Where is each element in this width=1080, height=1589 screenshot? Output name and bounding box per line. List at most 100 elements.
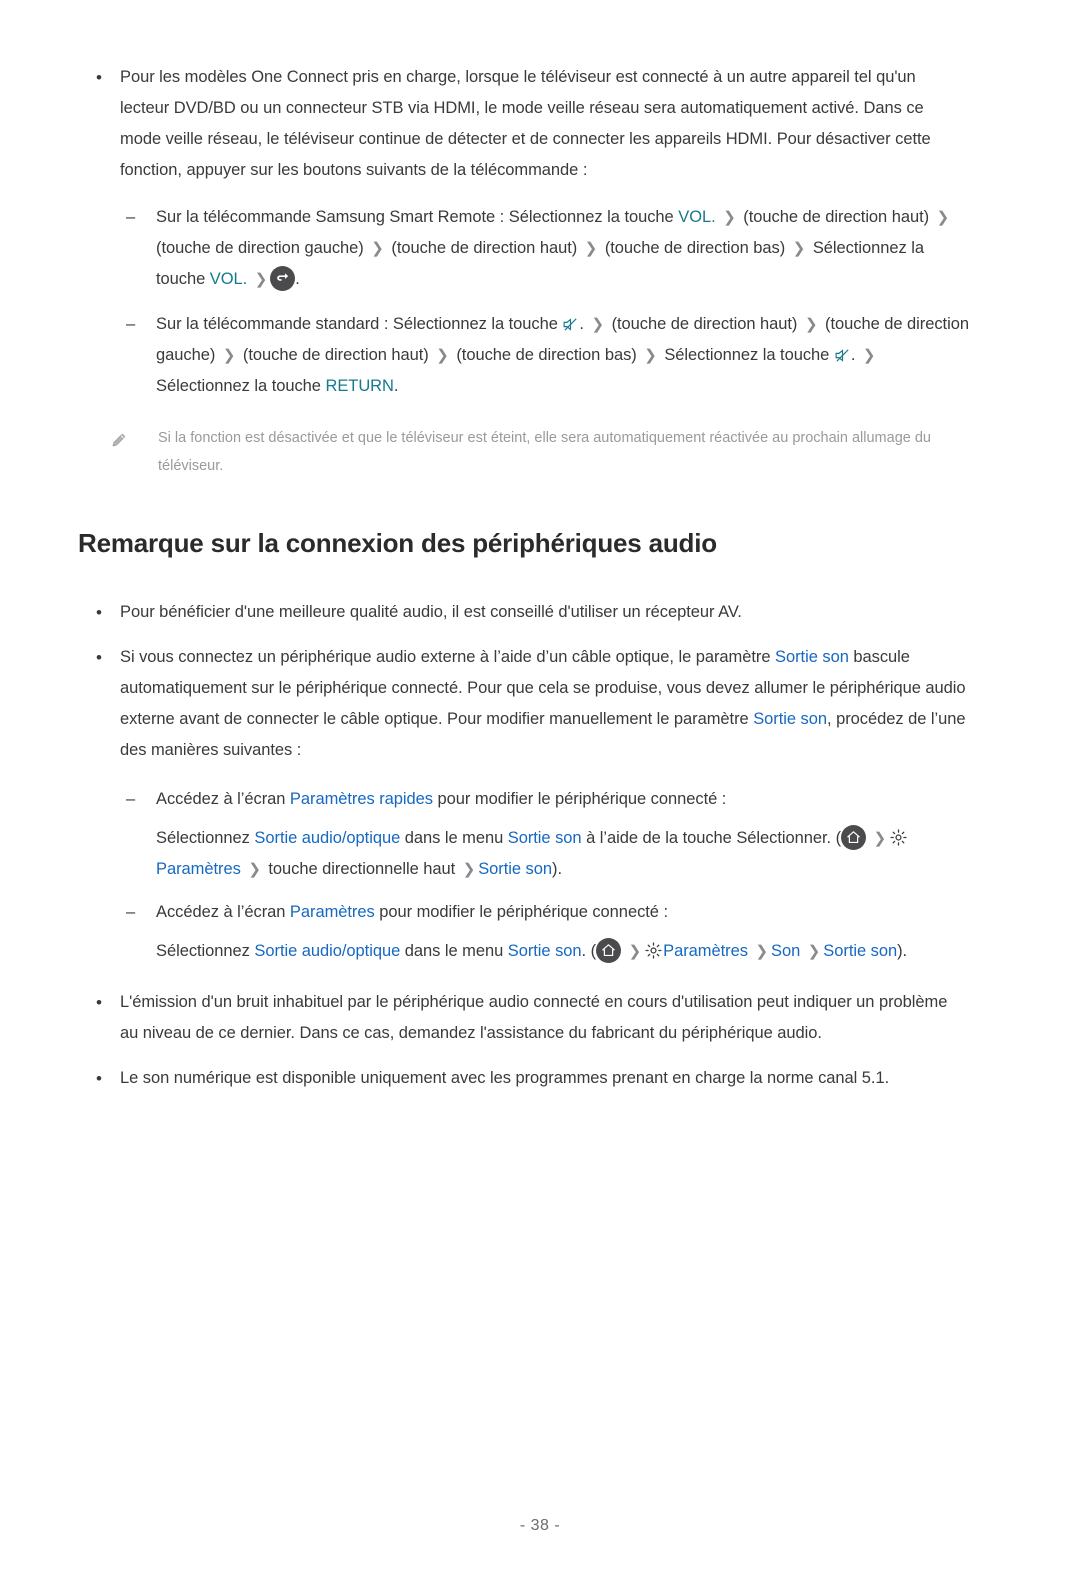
chevron-icon: ❯ <box>436 347 449 364</box>
standard-remote-end: . <box>393 377 399 395</box>
vol-key-label-2: VOL. <box>209 270 248 288</box>
bullet-one-connect: • Pour les modèles One Connect pris en c… <box>78 62 968 186</box>
bullet-optical-cable-text: Si vous connectez un périphérique audio … <box>120 642 968 766</box>
quick-line1-part1: Accédez à l’écran <box>156 790 290 808</box>
quick-line2-part2: dans le menu <box>400 829 508 847</box>
chevron-icon: ❯ <box>804 316 818 333</box>
bullet-marker: • <box>96 993 102 1012</box>
chevron-icon: ❯ <box>755 943 768 960</box>
quick-settings-detail-text: Sélectionnez Sortie audio/optique dans l… <box>156 825 908 878</box>
settings-line2-part2: dans le menu <box>400 942 508 960</box>
bullet-marker: • <box>96 648 102 667</box>
dash-marker: – <box>126 790 136 808</box>
bullet-unusual-noise: • L'émission d'un bruit inhabituel par l… <box>78 987 968 1049</box>
standard-remote-part1: Sur la télécommande standard : Sélection… <box>156 315 563 333</box>
gear-icon[interactable] <box>889 828 908 847</box>
document-page: • Pour les modèles One Connect pris en c… <box>0 62 1080 1589</box>
gear-icon[interactable] <box>644 941 663 960</box>
smart-remote-part5: (touche de direction bas) <box>604 239 786 257</box>
step-settings: – Accédez à l’écran Paramètres pour modi… <box>118 897 973 928</box>
link-sortie-audio-optique[interactable]: Sortie audio/optique <box>254 829 400 847</box>
bullet-av-receiver: • Pour bénéficier d'une meilleure qualit… <box>78 597 968 628</box>
settings-line1-part1: Accédez à l’écran <box>156 903 290 921</box>
link-parametres[interactable]: Paramètres <box>663 942 748 960</box>
home-icon[interactable] <box>841 825 867 850</box>
link-sortie-son[interactable]: Sortie son <box>823 942 897 960</box>
smart-remote-part3: (touche de direction gauche) <box>156 239 364 257</box>
standard-remote-part3: (touche de <box>825 315 903 333</box>
link-sortie-son[interactable]: Sortie son <box>753 710 827 728</box>
quick-line2-part1: Sélectionnez <box>156 829 255 847</box>
bullet-marker: • <box>96 603 102 622</box>
smart-remote-part1: Sur la télécommande Samsung Smart Remote… <box>156 208 679 226</box>
standard-remote-part8: Sélectionnez la touche <box>156 377 326 395</box>
chevron-icon: ❯ <box>222 347 236 364</box>
settings-line1-part2: pour modifier le périphérique connecté : <box>374 903 668 921</box>
note-block: Si la fonction est désactivée et que le … <box>110 424 990 480</box>
bullet-one-connect-text: Pour les modèles One Connect pris en cha… <box>120 68 931 179</box>
step-smart-remote: – Sur la télécommande Samsung Smart Remo… <box>118 202 973 295</box>
return-key-label: RETURN <box>325 377 394 395</box>
home-icon[interactable] <box>596 938 622 963</box>
link-sortie-son[interactable]: Sortie son <box>775 648 849 666</box>
dash-marker: – <box>126 903 136 921</box>
step-quick-settings-detail: Sélectionnez Sortie audio/optique dans l… <box>156 823 976 885</box>
step-settings-text: Accédez à l’écran Paramètres pour modifi… <box>156 897 973 928</box>
link-sortie-son[interactable]: Sortie son <box>478 860 552 878</box>
smart-remote-part2: (touche de direction haut) <box>743 208 930 226</box>
standard-remote-dot2: . <box>850 346 856 364</box>
link-sortie-son[interactable]: Sortie son <box>508 942 582 960</box>
note-text: Si la fonction est désactivée et que le … <box>158 430 931 474</box>
mute-icon <box>834 347 851 364</box>
link-sortie-audio-optique[interactable]: Sortie audio/optique <box>254 942 400 960</box>
quick-line1-part2: pour modifier le périphérique connecté : <box>433 790 727 808</box>
chevron-icon: ❯ <box>254 271 268 288</box>
bullet-marker: • <box>96 1069 102 1088</box>
link-parametres[interactable]: Paramètres <box>156 860 241 878</box>
settings-line2-part1: Sélectionnez <box>156 942 255 960</box>
chevron-icon: ❯ <box>462 861 476 878</box>
chevron-icon: ❯ <box>807 943 821 960</box>
bullet-unusual-noise-text: L'émission d'un bruit inhabituel par le … <box>120 993 948 1042</box>
smart-remote-end: . <box>295 270 300 288</box>
chevron-icon: ❯ <box>248 861 261 878</box>
step-quick-settings: – Accédez à l’écran Paramètres rapides p… <box>118 784 973 815</box>
standard-remote-part2: (touche de direction haut) <box>611 315 798 333</box>
standard-remote-part6: (touche de direction bas) <box>456 346 637 364</box>
step-settings-detail: Sélectionnez Sortie audio/optique dans l… <box>156 936 976 967</box>
return-icon <box>270 266 296 291</box>
step-standard-remote: – Sur la télécommande standard : Sélecti… <box>118 309 973 402</box>
link-parametres-rapides[interactable]: Paramètres rapides <box>290 790 433 808</box>
chevron-icon: ❯ <box>862 347 876 364</box>
standard-remote-part7: Sélectionnez la touche <box>664 346 834 364</box>
chevron-icon: ❯ <box>792 240 806 257</box>
chevron-icon: ❯ <box>591 316 605 333</box>
step-quick-settings-text: Accédez à l’écran Paramètres rapides pou… <box>156 784 973 815</box>
pencil-icon <box>110 424 158 454</box>
settings-detail-text: Sélectionnez Sortie audio/optique dans l… <box>156 938 907 963</box>
standard-remote-dot1: . <box>579 315 584 333</box>
quick-line3-part1: touche directionnelle haut <box>263 860 460 878</box>
bullet-marker: • <box>96 68 102 87</box>
section-heading: Remarque sur la connexion des périphériq… <box>78 528 717 558</box>
settings-line2-part3: . ( <box>581 942 597 960</box>
chevron-icon: ❯ <box>584 240 598 257</box>
optical-part1: Si vous connectez un périphérique audio … <box>120 648 776 666</box>
chevron-icon: ❯ <box>371 240 384 257</box>
link-parametres[interactable]: Paramètres <box>290 903 375 921</box>
bullet-digital-sound: • Le son numérique est disponible unique… <box>78 1063 968 1094</box>
link-sortie-son[interactable]: Sortie son <box>508 829 582 847</box>
bullet-digital-sound-text: Le son numérique est disponible uniqueme… <box>120 1069 890 1087</box>
standard-remote-part5: (touche de direction haut) <box>242 346 429 364</box>
chevron-icon: ❯ <box>723 209 736 226</box>
chevron-icon: ❯ <box>936 209 950 226</box>
chevron-icon: ❯ <box>873 830 887 847</box>
bullet-av-receiver-text: Pour bénéficier d'une meilleure qualité … <box>120 603 742 621</box>
quick-line3-part2: ). <box>552 860 562 878</box>
step-standard-remote-text: Sur la télécommande standard : Sélection… <box>156 309 973 402</box>
bullet-optical-cable: • Si vous connectez un périphérique audi… <box>78 642 968 766</box>
smart-remote-part4: (touche de direction haut) <box>391 239 578 257</box>
link-son[interactable]: Son <box>771 942 800 960</box>
dash-marker: – <box>126 315 136 333</box>
dash-marker: – <box>126 208 136 226</box>
